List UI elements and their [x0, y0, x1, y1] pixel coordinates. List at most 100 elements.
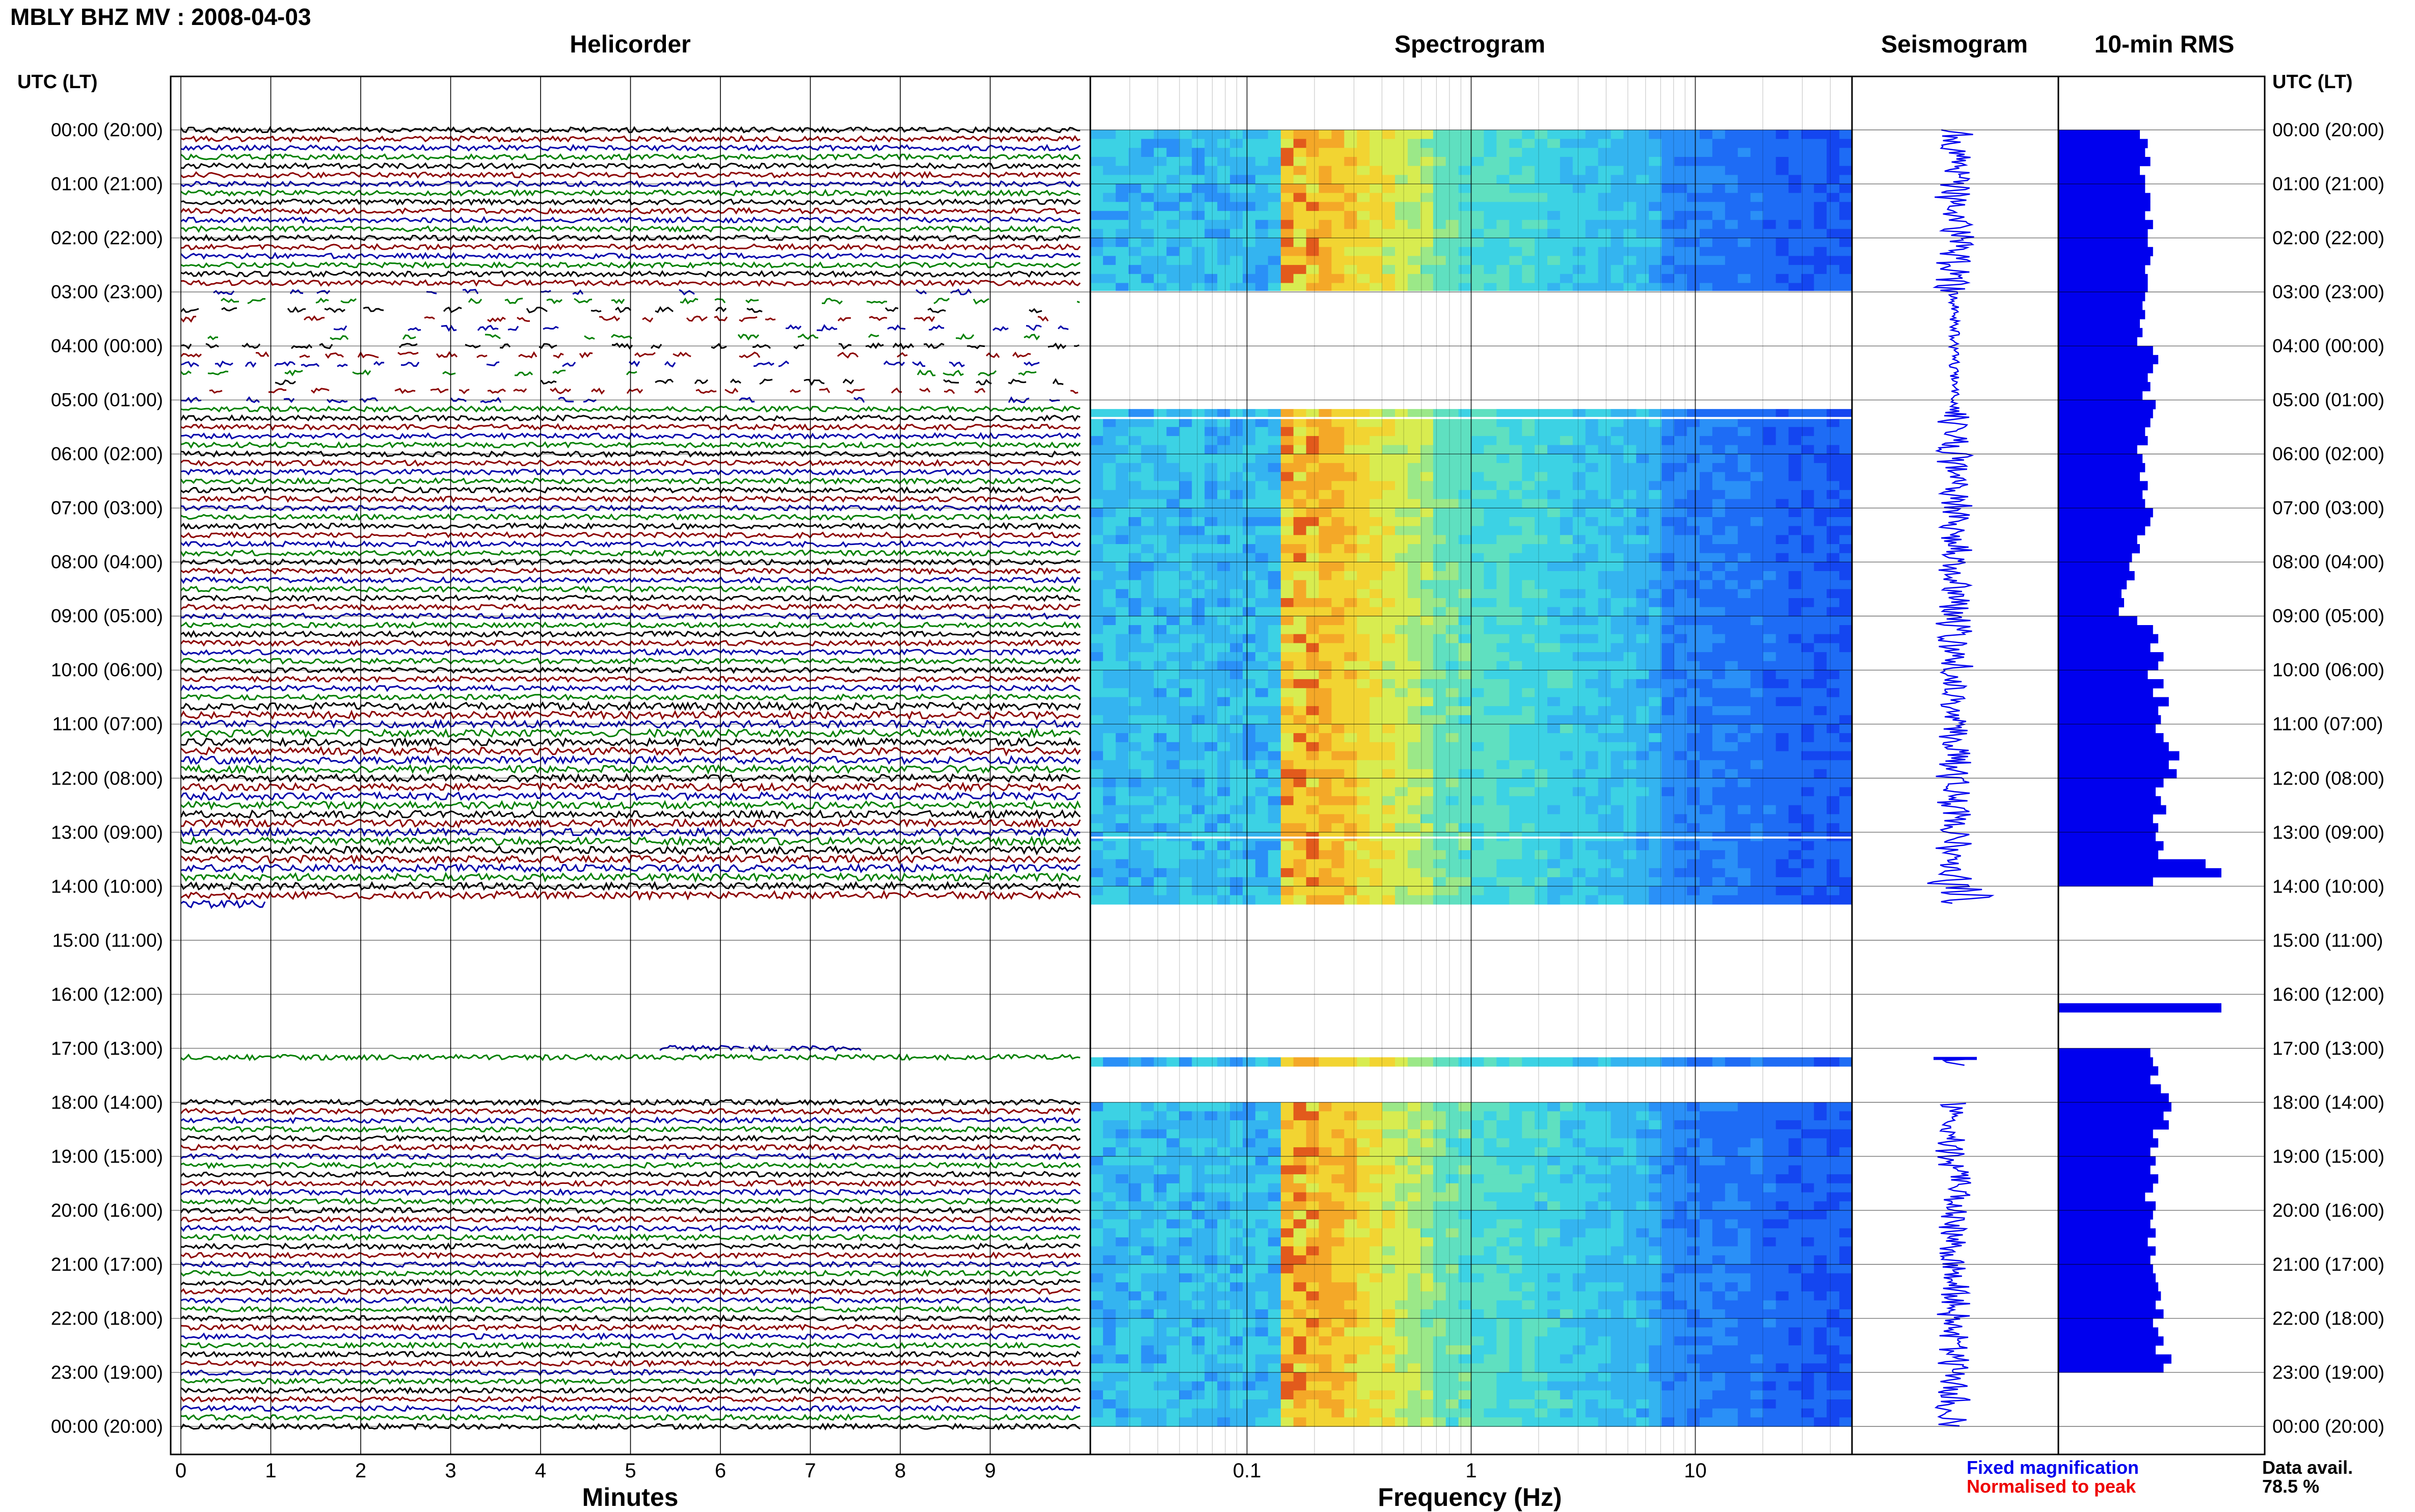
spectrogram-cell: [1776, 877, 1789, 886]
spectrogram-cell: [1204, 661, 1218, 670]
spectrogram-cell: [1560, 886, 1573, 896]
spectrogram-cell: [1700, 193, 1713, 202]
spectrogram-cell: [1433, 418, 1446, 427]
spectrogram-cell: [1814, 742, 1827, 751]
spectrogram-cell: [1344, 238, 1357, 247]
spectrogram-cell: [1370, 652, 1383, 661]
spectrogram-cell: [1230, 481, 1243, 490]
spectrogram-cell: [1522, 544, 1535, 553]
spectrogram-cell: [1255, 841, 1269, 850]
spectrogram-cell: [1204, 184, 1218, 193]
spectrogram-cell: [1573, 670, 1586, 679]
spectrogram-cell: [1230, 1057, 1243, 1066]
spectrogram-cell: [1192, 148, 1205, 157]
spectrogram-cell: [1154, 535, 1167, 544]
spectrogram-cell: [1116, 697, 1129, 706]
spectrogram-cell: [1103, 868, 1116, 877]
spectrogram-cell: [1103, 175, 1116, 184]
spectrogram-cell: [1573, 814, 1586, 823]
helicorder-trace-line: [334, 326, 346, 330]
spectrogram-cell: [1281, 859, 1294, 869]
spectrogram-cell: [1103, 184, 1116, 193]
spectrogram-cell: [1827, 607, 1840, 616]
spectrogram-cell: [1319, 733, 1332, 742]
spectrogram-cell: [1243, 679, 1256, 688]
spectrogram-cell: [1496, 652, 1510, 661]
spectrogram-cell: [1090, 211, 1104, 220]
spectrogram-cell: [1420, 274, 1434, 283]
spectrogram-cell: [1154, 616, 1167, 625]
spectrogram-cell: [1230, 724, 1243, 734]
spectrogram-cell: [1306, 283, 1320, 292]
spectrogram-cell: [1281, 139, 1294, 148]
spectrogram-cell: [1586, 535, 1599, 544]
spectrogram-cell: [1725, 814, 1738, 823]
spectrogram-cell: [1243, 1102, 1256, 1112]
spectrogram-cell: [1700, 607, 1713, 616]
spectrogram-cell: [1217, 796, 1230, 805]
spectrogram-cell: [1281, 706, 1294, 715]
spectrogram-cell: [1509, 688, 1522, 697]
spectrogram-cell: [1661, 814, 1675, 823]
spectrogram-cell: [1090, 670, 1104, 679]
spectrogram-cell: [1344, 679, 1357, 688]
spectrogram-cell: [1535, 445, 1548, 454]
spectrogram-cell: [1395, 607, 1408, 616]
spectrogram-cell: [1560, 877, 1573, 886]
spectrogram-cell: [1700, 1129, 1713, 1139]
helicorder-trace-line: [358, 353, 379, 357]
spectrogram-cell: [1649, 1102, 1662, 1112]
spectrogram-cell: [1471, 463, 1485, 472]
spectrogram-cell: [1243, 490, 1256, 499]
spectrogram-cell: [1382, 571, 1396, 580]
spectrogram-cell: [1103, 877, 1116, 886]
spectrogram-cell: [1433, 625, 1446, 634]
spectrogram-cell: [1814, 454, 1827, 463]
spectrogram-cell: [1814, 760, 1827, 769]
spectrogram-cell: [1509, 868, 1522, 877]
spectrogram-cell: [1167, 733, 1180, 742]
spectrogram-cell: [1687, 427, 1700, 436]
spectrogram-cell: [1674, 769, 1687, 778]
spectrogram-cell: [1192, 175, 1205, 184]
spectrogram-cell: [1217, 256, 1230, 265]
spectrogram-cell: [1319, 130, 1332, 139]
spectrogram-cell: [1624, 643, 1637, 652]
spectrogram-cell: [1217, 661, 1230, 670]
spectrogram-cell: [1496, 157, 1510, 166]
spectrogram-cell: [1154, 634, 1167, 643]
spectrogram-cell: [1382, 472, 1396, 481]
spectrogram-cell: [1496, 589, 1510, 598]
spectrogram-cell: [1294, 652, 1307, 661]
spectrogram-cell: [1687, 598, 1700, 607]
spectrogram-cell: [1573, 265, 1586, 274]
spectrogram-cell: [1344, 850, 1357, 859]
spectrogram-cell: [1649, 1111, 1662, 1120]
spectrogram-cell: [1649, 598, 1662, 607]
spectrogram-cell: [1560, 1111, 1573, 1120]
spectrogram-cell: [1814, 634, 1827, 643]
spectrogram-cell: [1738, 733, 1751, 742]
spectrogram-cell: [1420, 553, 1434, 562]
spectrogram-cell: [1598, 859, 1612, 869]
spectrogram-cell: [1395, 796, 1408, 805]
spectrogram-cell: [1535, 1102, 1548, 1112]
spectrogram-cell: [1674, 130, 1687, 139]
spectrogram-cell: [1738, 562, 1751, 571]
spectrogram-cell: [1535, 427, 1548, 436]
spectrogram-cell: [1167, 157, 1180, 166]
spectrogram-cell: [1103, 247, 1116, 256]
spectrogram-cell: [1370, 607, 1383, 616]
spectrogram-cell: [1344, 724, 1357, 734]
spectrogram-cell: [1738, 490, 1751, 499]
spectrogram-cell: [1446, 490, 1459, 499]
spectrogram-cell: [1382, 661, 1396, 670]
spectrogram-cell: [1344, 229, 1357, 238]
spectrogram-cell: [1446, 157, 1459, 166]
spectrogram-cell: [1522, 265, 1535, 274]
spectrogram-cell: [1204, 1129, 1218, 1139]
spectrogram-cell: [1611, 247, 1624, 256]
helicorder-trace-line: [944, 390, 954, 393]
spectrogram-cell: [1738, 814, 1751, 823]
spectrogram-cell: [1217, 481, 1230, 490]
